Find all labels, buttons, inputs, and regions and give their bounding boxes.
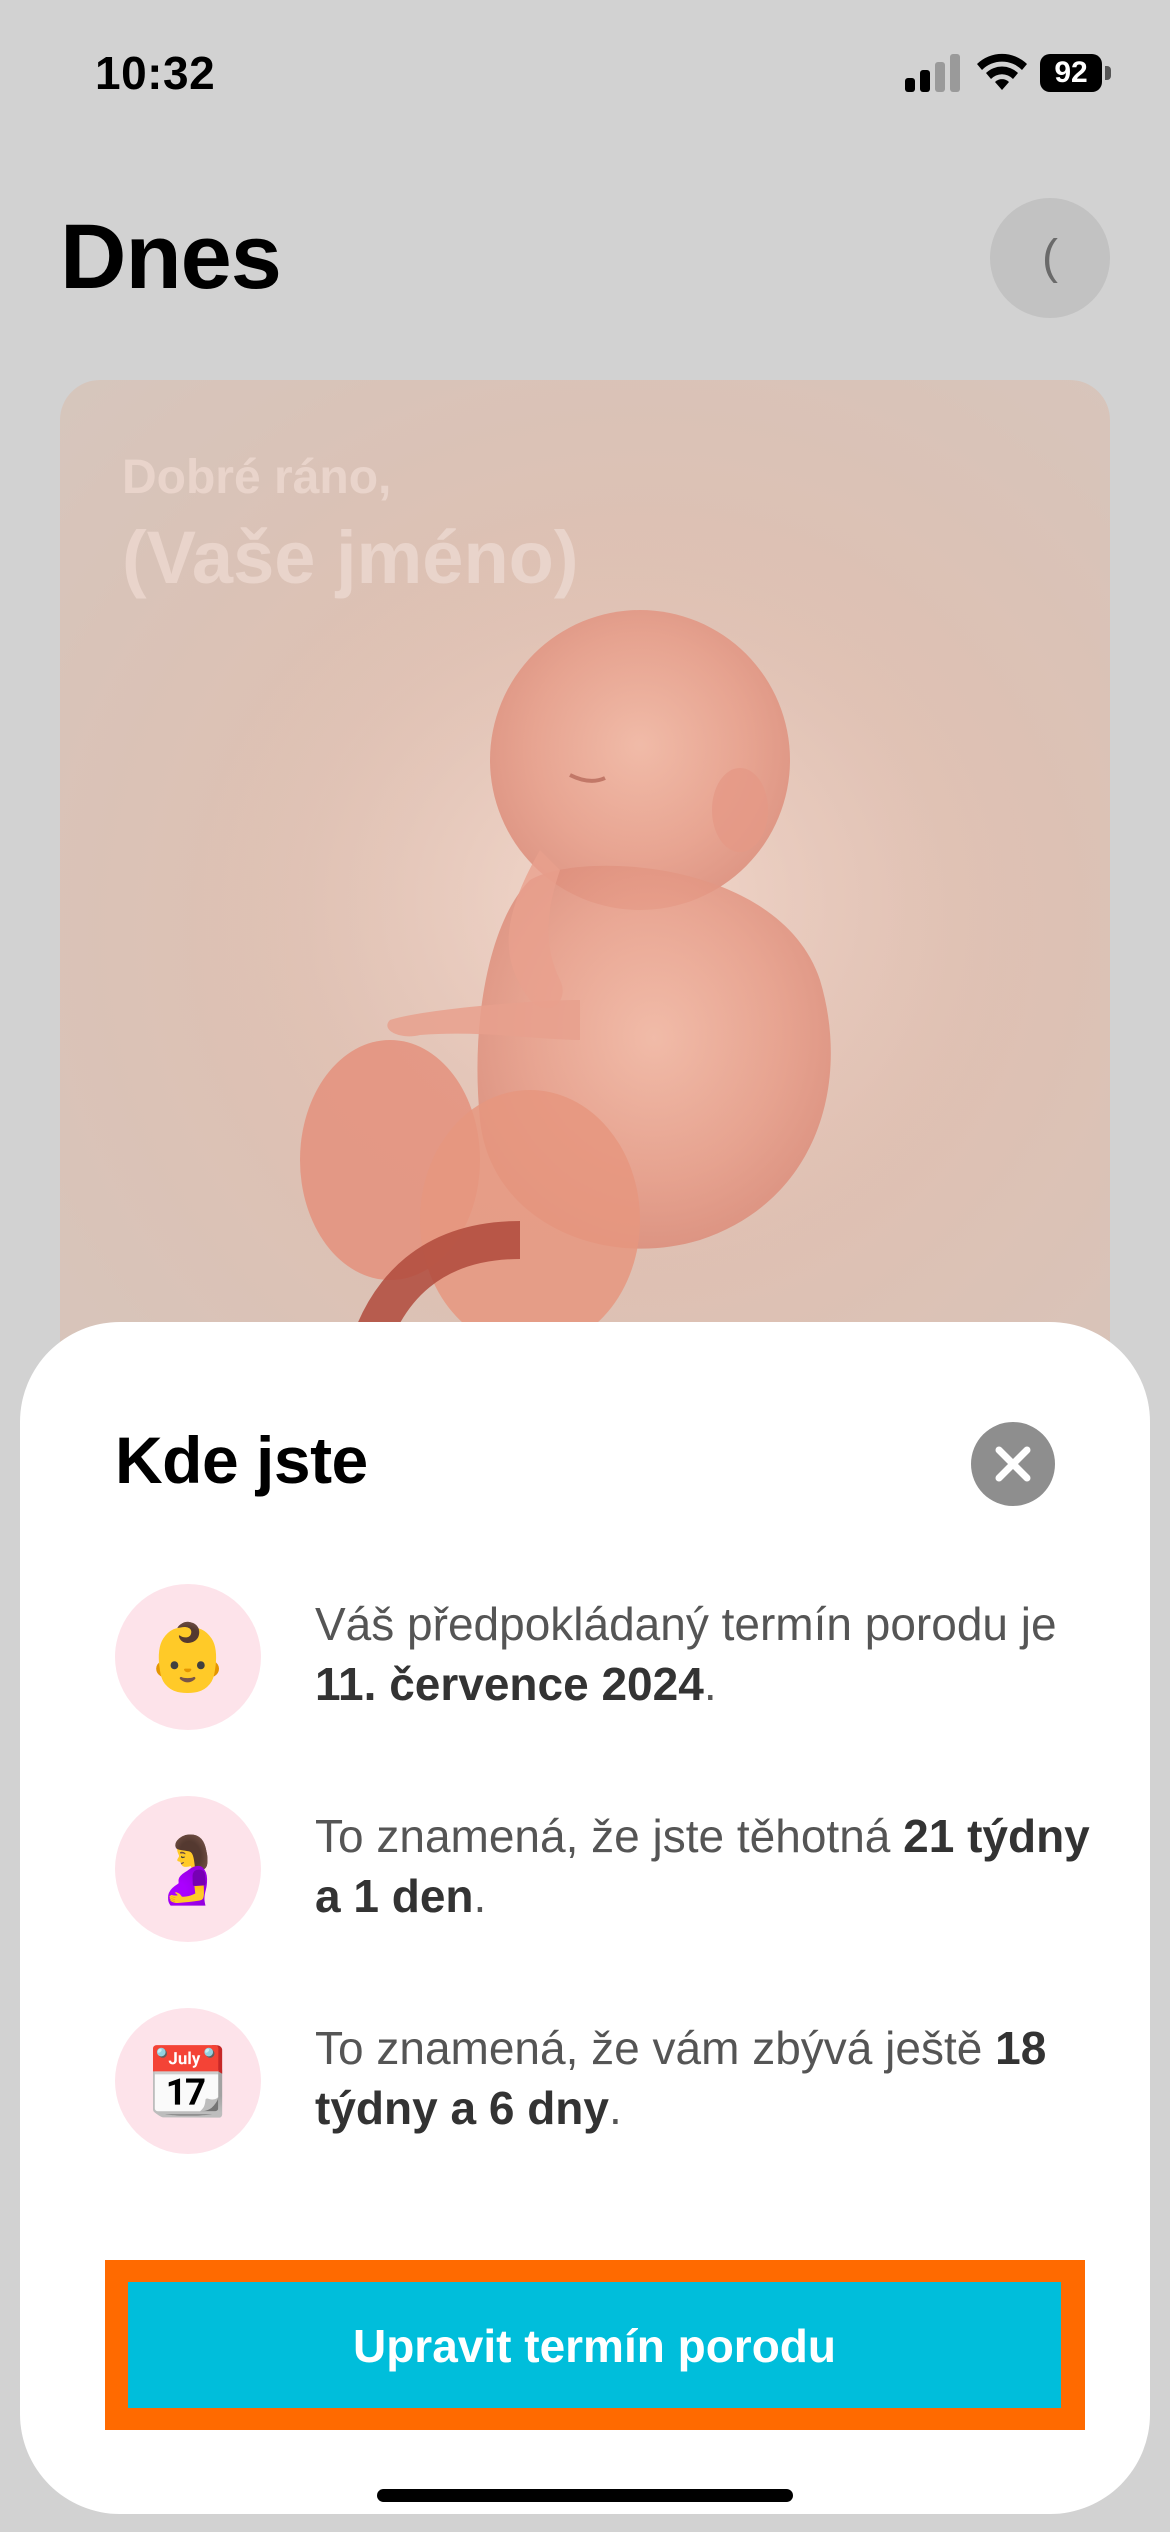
battery-cap bbox=[1105, 66, 1111, 80]
due-date-text: Váš předpokládaný termín porodu je 11. č… bbox=[315, 1598, 1057, 1710]
pregnant-woman-icon: 🤰 bbox=[115, 1796, 261, 1942]
where-you-are-sheet: Kde jste 👶 Váš předpokládaný termín poro… bbox=[20, 1322, 1150, 2514]
battery-icon: 92 bbox=[1040, 54, 1102, 92]
cellular-signal-icon bbox=[905, 54, 961, 92]
wifi-icon bbox=[977, 53, 1027, 90]
hero-card[interactable]: Dobré ráno, (Vaše jméno) bbox=[60, 380, 1110, 1380]
weeks-pregnant-text: To znamená, že jste těhotná 21 týdny a 1… bbox=[315, 1810, 1090, 1922]
profile-avatar-button[interactable]: ( bbox=[990, 198, 1110, 318]
calendar-icon: 📆 bbox=[115, 2008, 261, 2154]
home-indicator bbox=[377, 2489, 793, 2502]
sheet-title: Kde jste bbox=[115, 1423, 368, 1497]
status-bar: 10:32 92 bbox=[0, 0, 1170, 150]
status-time: 10:32 bbox=[95, 47, 216, 99]
edit-due-date-button[interactable]: Upravit termín porodu bbox=[128, 2282, 1061, 2408]
baby-icon: 👶 bbox=[115, 1584, 261, 1730]
close-button[interactable] bbox=[971, 1422, 1055, 1506]
page-title: Dnes bbox=[60, 206, 282, 308]
close-icon bbox=[995, 1446, 1031, 1482]
weeks-remaining-text: To znamená, že vám zbývá ještě 18 týdny … bbox=[315, 2022, 1047, 2134]
greeting-text: Dobré ráno, bbox=[122, 451, 392, 504]
user-name: (Vaše jméno) bbox=[122, 516, 579, 599]
